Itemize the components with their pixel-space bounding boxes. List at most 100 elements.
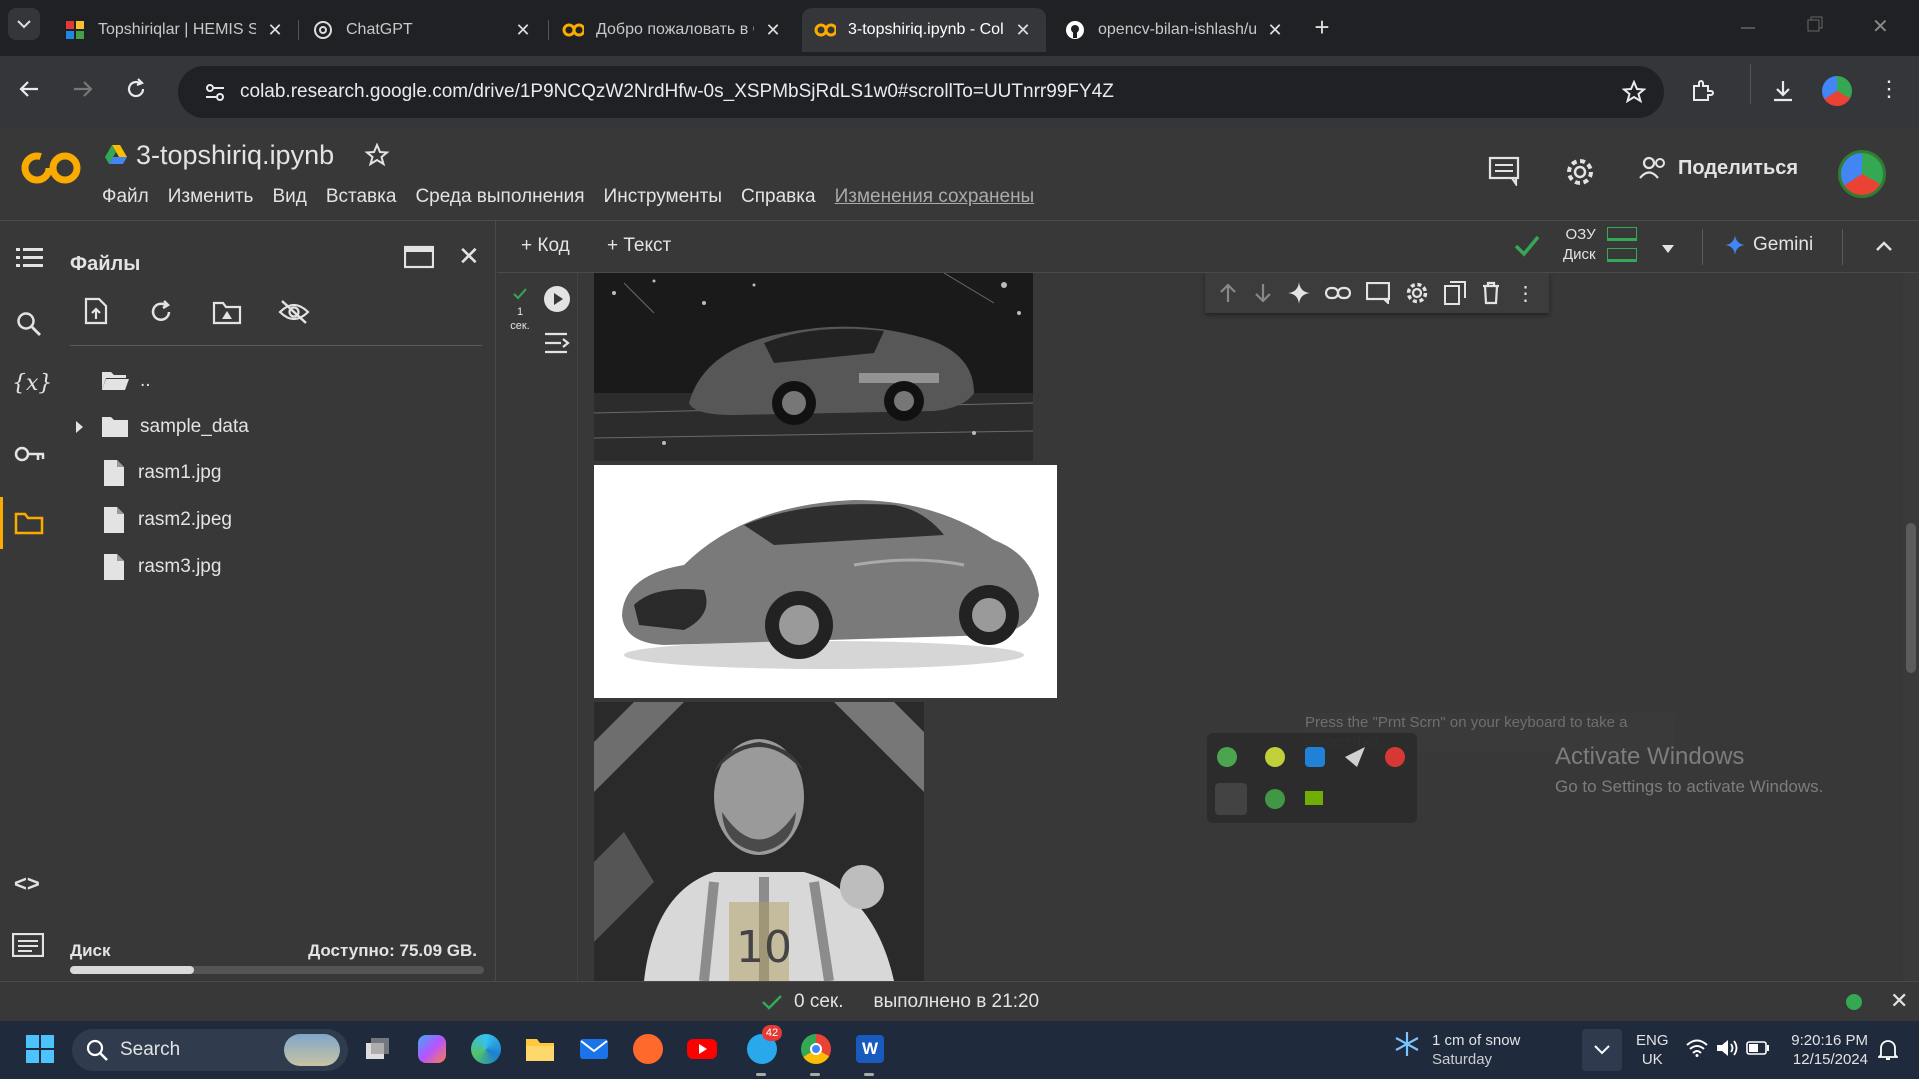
- menu-file[interactable]: Файл: [102, 186, 149, 208]
- move-down-icon[interactable]: [1253, 282, 1273, 304]
- notebook-title[interactable]: 3-topshiriq.ipynb: [136, 140, 334, 171]
- saved-status[interactable]: Изменения сохранены: [835, 186, 1035, 208]
- profile-avatar[interactable]: [1822, 76, 1852, 106]
- scrollbar-track[interactable]: [1903, 273, 1919, 981]
- telegram-icon[interactable]: 42: [744, 1025, 782, 1067]
- close-window-button[interactable]: ✕: [1872, 14, 1900, 38]
- sparkle-icon[interactable]: [1288, 282, 1311, 304]
- mirror-cell-icon[interactable]: [1443, 281, 1466, 305]
- run-cell-button[interactable]: [543, 285, 571, 318]
- tab-colab-notebook[interactable]: 3-topshiriq.ipynb - Colab ✕: [802, 8, 1046, 52]
- close-icon[interactable]: ✕: [512, 20, 534, 41]
- mail-icon[interactable]: [576, 1031, 612, 1067]
- execution-summary[interactable]: 0 сек. выполнено в 21:20: [762, 991, 1039, 1013]
- bookmark-star-icon[interactable]: [1622, 80, 1646, 104]
- file-item-rasm3[interactable]: rasm3.jpg: [102, 547, 221, 587]
- chrome-icon[interactable]: [798, 1031, 834, 1067]
- key-icon[interactable]: [14, 445, 46, 468]
- gemini-button[interactable]: Gemini: [1725, 234, 1813, 256]
- tray-app-icon[interactable]: [1305, 747, 1325, 767]
- close-icon[interactable]: ✕: [264, 20, 286, 41]
- close-icon[interactable]: ✕: [1264, 20, 1286, 41]
- forward-button[interactable]: [72, 78, 94, 105]
- extensions-button[interactable]: [1690, 78, 1716, 109]
- search-icon[interactable]: [16, 311, 42, 342]
- trash-icon[interactable]: [1481, 281, 1501, 305]
- more-vert-icon[interactable]: ⋮: [1515, 281, 1535, 306]
- clock[interactable]: 9:20:16 PM 12/15/2024: [1788, 1031, 1868, 1069]
- nvidia-tray-icon[interactable]: [1305, 791, 1323, 805]
- hide-files-icon[interactable]: [278, 299, 310, 330]
- refresh-icon[interactable]: [148, 299, 174, 330]
- menu-tools[interactable]: Инструменты: [604, 186, 722, 208]
- browser-menu-icon[interactable]: ⋮: [1878, 76, 1900, 102]
- file-item-sample-data[interactable]: sample_data: [72, 407, 249, 447]
- menu-insert[interactable]: Вставка: [326, 186, 397, 208]
- scrollbar-thumb[interactable]: [1906, 523, 1916, 673]
- address-bar[interactable]: colab.research.google.com/drive/1P9NCQzW…: [178, 66, 1664, 118]
- tab-hemis[interactable]: Topshiriqlar | HEMIS Student axb ✕: [52, 8, 298, 52]
- weather-snow-icon[interactable]: [1394, 1031, 1420, 1062]
- back-button[interactable]: [18, 78, 40, 105]
- downloads-button[interactable]: [1770, 78, 1796, 109]
- move-up-icon[interactable]: [1218, 282, 1238, 304]
- settings-button[interactable]: [1564, 156, 1596, 193]
- volume-icon[interactable]: [1716, 1039, 1740, 1062]
- close-icon[interactable]: ✕: [762, 20, 784, 41]
- restore-button[interactable]: [1806, 16, 1834, 40]
- windows-start-icon[interactable]: [22, 1031, 58, 1067]
- reload-button[interactable]: [124, 77, 148, 106]
- link-icon[interactable]: [1325, 285, 1352, 301]
- wifi-icon[interactable]: [1686, 1039, 1708, 1062]
- tray-app-icon[interactable]: [1217, 747, 1237, 767]
- new-tab-button[interactable]: +: [1306, 12, 1338, 44]
- tab-github[interactable]: opencv-bilan-ishlash/untitled3. ✕: [1052, 8, 1298, 52]
- runtime-dropdown[interactable]: [1661, 241, 1675, 259]
- paint-app-icon[interactable]: [630, 1031, 666, 1067]
- tab-colab-welcome[interactable]: Добро пожаловать в Colabora ✕: [550, 8, 796, 52]
- tray-app-icon[interactable]: [1265, 789, 1285, 809]
- file-item-rasm2[interactable]: rasm2.jpeg: [102, 500, 232, 540]
- open-in-tab-icon[interactable]: [403, 245, 435, 274]
- tab-chatgpt[interactable]: ChatGPT ✕: [300, 8, 546, 52]
- task-view-icon[interactable]: [360, 1031, 396, 1067]
- add-text-button[interactable]: + Текст: [607, 235, 671, 257]
- upload-file-icon[interactable]: [84, 297, 108, 330]
- taskbar-search[interactable]: Search: [72, 1029, 348, 1071]
- menu-edit[interactable]: Изменить: [168, 186, 254, 208]
- mount-drive-icon[interactable]: [212, 301, 242, 330]
- file-item-rasm1[interactable]: rasm1.jpg: [102, 453, 221, 493]
- terminal-icon[interactable]: [11, 932, 45, 962]
- youtube-icon[interactable]: [684, 1031, 720, 1067]
- tray-app-icon[interactable]: [1265, 747, 1285, 767]
- menu-help[interactable]: Справка: [741, 186, 816, 208]
- notification-bell-icon[interactable]: [1876, 1039, 1900, 1066]
- toc-icon[interactable]: [16, 247, 44, 274]
- telegram-tray-icon[interactable]: [1345, 747, 1365, 767]
- colab-logo[interactable]: [20, 148, 82, 193]
- tray-overflow-button[interactable]: [1582, 1029, 1622, 1071]
- collapse-header-button[interactable]: [1875, 239, 1893, 257]
- menu-runtime[interactable]: Среда выполнения: [415, 186, 584, 208]
- close-icon[interactable]: ✕: [458, 241, 480, 272]
- minimize-button[interactable]: [1740, 16, 1768, 40]
- close-icon[interactable]: ✕: [1890, 988, 1908, 1014]
- file-explorer-icon[interactable]: [522, 1031, 558, 1067]
- output-actions-button[interactable]: [543, 331, 571, 360]
- share-button[interactable]: Поделиться: [1638, 154, 1798, 182]
- add-code-button[interactable]: + Код: [521, 235, 570, 257]
- copilot-icon[interactable]: [414, 1031, 450, 1067]
- word-icon[interactable]: W: [852, 1031, 888, 1067]
- menu-view[interactable]: Вид: [272, 186, 306, 208]
- pen-tray-icon[interactable]: [1215, 783, 1247, 815]
- gear-icon[interactable]: [1405, 281, 1429, 305]
- code-snippets-icon[interactable]: <>: [14, 871, 40, 897]
- caret-right-icon[interactable]: [72, 420, 86, 434]
- weather-widget[interactable]: 1 cm of snow Saturday: [1432, 1031, 1520, 1069]
- site-settings-icon[interactable]: [204, 81, 226, 103]
- comments-button[interactable]: [1488, 156, 1520, 191]
- folder-icon[interactable]: [14, 511, 44, 540]
- language-indicator[interactable]: ENG UK: [1636, 1031, 1669, 1069]
- variables-icon[interactable]: {x}: [12, 371, 52, 396]
- edge-icon[interactable]: [468, 1031, 504, 1067]
